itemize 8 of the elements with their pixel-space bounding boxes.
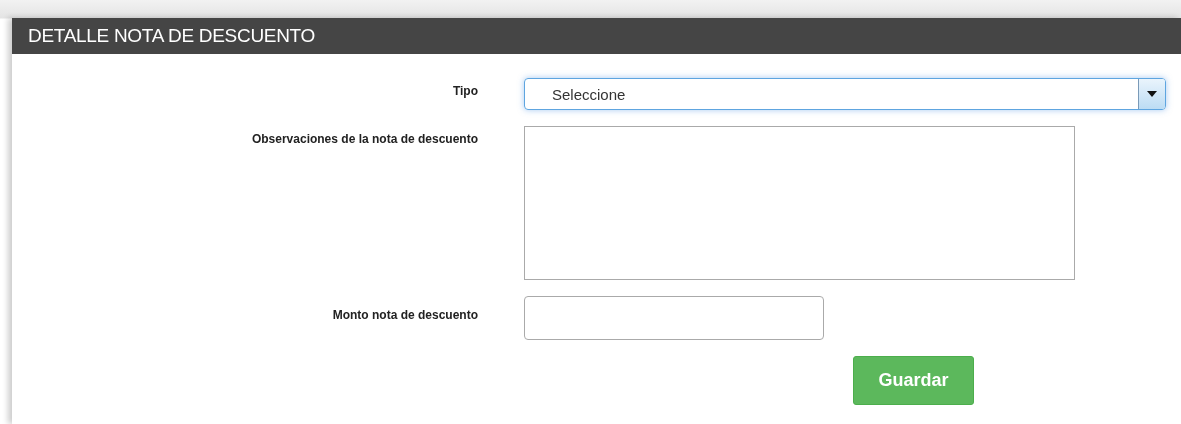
- amount-field[interactable]: [524, 296, 824, 340]
- field-label: Monto nota de descuento: [331, 307, 478, 324]
- notes-field[interactable]: [524, 126, 1075, 280]
- type-dropdown[interactable]: Seleccione: [524, 78, 1166, 110]
- field-label: Observaciones de la nota de descuento: [250, 131, 478, 148]
- caret-icon[interactable]: [1138, 79, 1165, 109]
- field-label: Tipo: [451, 83, 478, 100]
- panel-title: DETALLE NOTA DE DESCUENTO: [28, 25, 316, 47]
